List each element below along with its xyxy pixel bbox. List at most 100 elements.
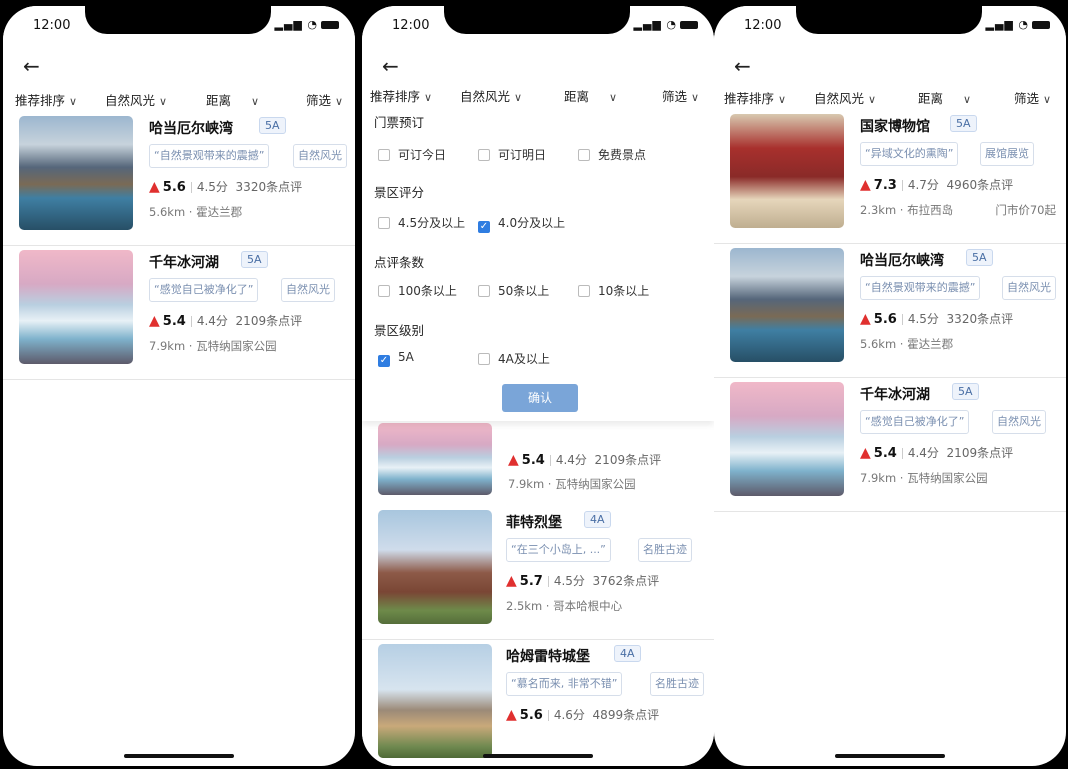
level-badge: 5A: [950, 115, 977, 132]
category-dropdown[interactable]: 自然风光 ∨: [460, 86, 522, 105]
spot-image: [378, 423, 492, 495]
review-quote: “自然景观带来的震撼”: [860, 276, 981, 300]
status-bar: 12:00 ▂▄▆ ◔: [3, 6, 355, 46]
rating-section-title: 景区评分: [374, 185, 425, 200]
spot-name: 哈当厄尔峡湾: [860, 253, 944, 269]
filter-bar: 推荐排序 ∨ 自然风光 ∨ 距离 ∨ 筛选 ∨: [362, 80, 714, 106]
filter-dropdown[interactable]: 筛选 ∨: [662, 86, 699, 105]
review-quote: “感觉自己被净化了”: [149, 278, 259, 302]
filter-bar: 推荐排序 ∨ 自然风光 ∨ 距离 ∨ 筛选 ∨: [714, 82, 1066, 108]
spot-image: [19, 250, 133, 364]
back-arrow-icon[interactable]: ←: [734, 54, 751, 78]
review-quote: “在三个小岛上, ...”: [506, 538, 611, 562]
review-option-100[interactable]: 100条以上: [378, 282, 457, 299]
filter-dropdown[interactable]: 筛选 ∨: [306, 90, 343, 109]
spot-image: [378, 510, 492, 624]
back-arrow-icon[interactable]: ←: [382, 54, 399, 78]
chevron-down-icon: ∨: [159, 95, 168, 108]
chevron-down-icon: ∨: [514, 91, 523, 104]
review-quote: “异域文化的熏陶”: [860, 142, 959, 166]
category-dropdown[interactable]: 自然风光 ∨: [814, 88, 876, 107]
status-time: 12:00: [33, 18, 71, 33]
chevron-down-icon: ∨: [963, 93, 972, 106]
spot-card-museum[interactable]: 国家博物馆 5A “异域文化的熏陶” 展馆展览 ▲ 7.3 4.7分 4960条点评…: [714, 110, 1066, 244]
stage: 12:00 ▂▄▆ ◔ ← 推荐排序 ∨ 自然风光 ∨ 距离 ∨ 筛选 ∨ 哈当厄尔峡湾…: [0, 0, 1068, 769]
distance-dropdown[interactable]: 距离 ∨: [206, 90, 259, 109]
home-indicator: [483, 754, 593, 758]
level-badge: 4A: [614, 645, 641, 662]
chevron-down-icon: ∨: [778, 93, 787, 106]
status-time: 12:00: [744, 18, 782, 33]
spot-card-hardanger[interactable]: 哈当厄尔峡湾 5A “自然景观带来的震撼” 自然风光 ▲ 5.6 4.5分 3320…: [714, 244, 1066, 378]
chevron-down-icon: ∨: [251, 95, 260, 108]
spot-stats: ▲ 5.6 4.5分 3320条点评: [860, 311, 1014, 327]
review-count-section-title: 点评条数: [374, 255, 425, 270]
level-section-title: 景区级别: [374, 323, 425, 338]
ticket-option-today[interactable]: 可订今日: [378, 146, 446, 163]
category-tag: 自然风光: [293, 144, 347, 168]
category-tag: 展馆展览: [980, 142, 1034, 166]
category-tag: 自然风光: [992, 410, 1046, 434]
spot-location: 5.6km · 霍达兰郡: [860, 337, 954, 351]
spot-card-hardanger[interactable]: 哈当厄尔峡湾 5A “自然景观带来的震撼” 自然风光 ▲ 5.6 4.5分 3320…: [3, 112, 355, 246]
chevron-down-icon: ∨: [868, 93, 877, 106]
spot-stats: ▲ 5.4 4.4分 2109条点评: [860, 445, 1014, 461]
review-quote: “慕名而来, 非常不错”: [506, 672, 623, 696]
distance-dropdown[interactable]: 距离 ∨: [564, 86, 617, 105]
review-option-50[interactable]: 50条以上: [478, 282, 549, 299]
status-time: 12:00: [392, 18, 430, 33]
sort-dropdown[interactable]: 推荐排序 ∨: [724, 88, 786, 107]
level-badge: 4A: [584, 511, 611, 528]
confirm-button[interactable]: 确认: [502, 384, 578, 412]
spot-card-glacier[interactable]: 千年冰河湖 5A “感觉自己被净化了” 自然风光 ▲ 5.4 4.4分 2109条点…: [714, 378, 1066, 512]
chevron-down-icon: ∨: [609, 91, 618, 104]
back-arrow-icon[interactable]: ←: [23, 54, 40, 78]
spot-name: 哈当厄尔峡湾: [149, 121, 233, 137]
status-bar: 12:00 ▂▄▆ ◔: [362, 6, 714, 46]
spot-location: 7.9km · 瓦特纳国家公园: [149, 339, 277, 353]
spot-image: [19, 116, 133, 230]
phone-screen-museum: 12:00 ▂▄▆ ◔ ← 推荐排序 ∨ 自然风光 ∨ 距离 ∨ 筛选 ∨ 国家博物馆 …: [714, 6, 1066, 766]
distance-dropdown[interactable]: 距离 ∨: [918, 88, 971, 107]
phone-screen-filter: 12:00 ▂▄▆ ◔ ← 推荐排序 ∨ 自然风光 ∨ 距离 ∨ 筛选 ∨ ▲ 5.4 4.…: [362, 6, 714, 766]
spot-name: 菲特烈堡: [506, 515, 562, 531]
spot-image: [730, 114, 844, 228]
spot-card-frederiksborg[interactable]: 菲特烈堡 4A “在三个小岛上, ...” 名胜古迹 ▲ 5.7 4.5分 3762…: [362, 506, 714, 640]
spot-image: [730, 382, 844, 496]
spot-location: 2.5km · 哥本哈根中心: [506, 599, 623, 613]
category-tag: 自然风光: [281, 278, 335, 302]
chevron-down-icon: ∨: [691, 91, 700, 104]
spot-card-glacier[interactable]: 千年冰河湖 5A “感觉自己被净化了” 自然风光 ▲ 5.4 4.4分 2109条点…: [3, 246, 355, 380]
ticket-option-tomorrow[interactable]: 可订明日: [478, 146, 546, 163]
level-badge: 5A: [259, 117, 286, 134]
home-indicator: [835, 754, 945, 758]
spot-name: 千年冰河湖: [149, 255, 219, 271]
level-option-4a-plus[interactable]: 4A及以上: [478, 350, 550, 367]
notch: [444, 6, 630, 34]
spot-image: [378, 644, 492, 758]
thumbs-up-icon: ▲: [860, 177, 871, 193]
category-dropdown[interactable]: 自然风光 ∨: [105, 90, 167, 109]
level-option-5a[interactable]: ✓ 5A: [378, 350, 414, 367]
review-quote: “自然景观带来的震撼”: [149, 144, 270, 168]
status-bar: 12:00 ▂▄▆ ◔: [714, 6, 1066, 46]
rating-option-4-0[interactable]: ✓ 4.0分及以上: [478, 214, 565, 233]
sort-dropdown[interactable]: 推荐排序 ∨: [15, 90, 77, 109]
ticket-price: 门市价70起: [995, 203, 1056, 217]
level-badge: 5A: [952, 383, 979, 400]
spot-stats: ▲ 5.4 4.4分 2109条点评: [149, 313, 303, 329]
thumbs-up-icon: ▲: [506, 707, 517, 723]
spot-location: 7.9km · 瓦特纳国家公园: [508, 477, 636, 491]
spot-location: 5.6km · 霍达兰郡: [149, 205, 243, 219]
rating-option-4-5[interactable]: 4.5分及以上: [378, 214, 465, 231]
signal-wifi-battery-icon: ▂▄▆ ◔: [986, 18, 1050, 31]
filter-panel: 门票预订 可订今日 可订明日 免费景点 景区评分 4.5分及以上 ✓ 4.0分及以…: [362, 98, 714, 421]
thumbs-up-icon: ▲: [506, 573, 517, 589]
sort-dropdown[interactable]: 推荐排序 ∨: [370, 86, 432, 105]
spot-card-kronborg[interactable]: 哈姆雷特城堡 4A “慕名而来, 非常不错” 名胜古迹 ▲ 5.6 4.6分 489…: [362, 640, 714, 766]
level-badge: 5A: [241, 251, 268, 268]
category-tag: 名胜古迹: [650, 672, 704, 696]
review-option-10[interactable]: 10条以上: [578, 282, 649, 299]
ticket-option-free[interactable]: 免费景点: [578, 146, 646, 163]
filter-dropdown[interactable]: 筛选 ∨: [1014, 88, 1051, 107]
